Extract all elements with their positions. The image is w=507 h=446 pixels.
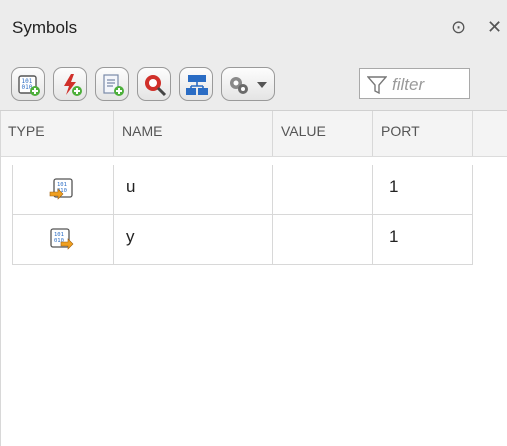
- name-cell[interactable]: y: [114, 215, 273, 265]
- panel-titlebar: Symbols ⊙ ✕: [0, 0, 507, 60]
- panel-menu-icon[interactable]: ⊙: [451, 17, 466, 37]
- type-cell: 101 010: [12, 165, 114, 215]
- add-event-icon: [64, 74, 82, 96]
- filter-input[interactable]: filter: [359, 68, 470, 99]
- table-header: TYPE NAME VALUE PORT: [0, 111, 507, 157]
- filter-funnel-icon: [367, 76, 387, 95]
- chevron-down-icon: [257, 82, 267, 88]
- add-message-button[interactable]: [95, 67, 129, 101]
- table-row[interactable]: 101 010 u 1: [0, 165, 473, 215]
- name-cell[interactable]: u: [114, 165, 273, 215]
- output-data-icon: 101 010: [50, 228, 74, 250]
- value-cell[interactable]: [273, 165, 373, 215]
- hierarchy-button[interactable]: [179, 67, 213, 101]
- column-header-value[interactable]: VALUE: [273, 111, 373, 156]
- symbols-panel: Symbols ⊙ ✕ 101 010 filter TYPE NAME VAL…: [0, 0, 507, 446]
- value-cell[interactable]: [273, 215, 373, 265]
- resolve-symbols-button[interactable]: [137, 67, 171, 101]
- add-message-icon: [103, 74, 124, 96]
- panel-left-border: [0, 111, 1, 446]
- resolve-symbols-icon: [145, 75, 167, 97]
- panel-title: Symbols: [12, 18, 78, 37]
- add-event-button[interactable]: [53, 67, 87, 101]
- type-cell: 101 010: [12, 215, 114, 265]
- input-data-icon: 101 010: [49, 178, 73, 200]
- settings-dropdown[interactable]: [221, 67, 275, 101]
- column-header-type[interactable]: TYPE: [0, 111, 114, 156]
- filter-placeholder: filter: [392, 75, 425, 94]
- hierarchy-icon: [186, 75, 208, 95]
- close-icon[interactable]: ✕: [487, 17, 502, 37]
- column-header-port[interactable]: PORT: [373, 111, 473, 156]
- row-left-border: [12, 165, 13, 265]
- settings-icon: [230, 77, 248, 94]
- add-symbol-icon: 101 010: [18, 75, 40, 96]
- table-row[interactable]: 101 010 y 1: [0, 215, 473, 265]
- add-data-button[interactable]: 101 010: [11, 67, 45, 101]
- column-header-name[interactable]: NAME: [114, 111, 273, 156]
- port-cell[interactable]: 1: [373, 165, 473, 215]
- port-cell[interactable]: 1: [373, 215, 473, 265]
- symbols-toolbar: 101 010 filter: [0, 60, 507, 111]
